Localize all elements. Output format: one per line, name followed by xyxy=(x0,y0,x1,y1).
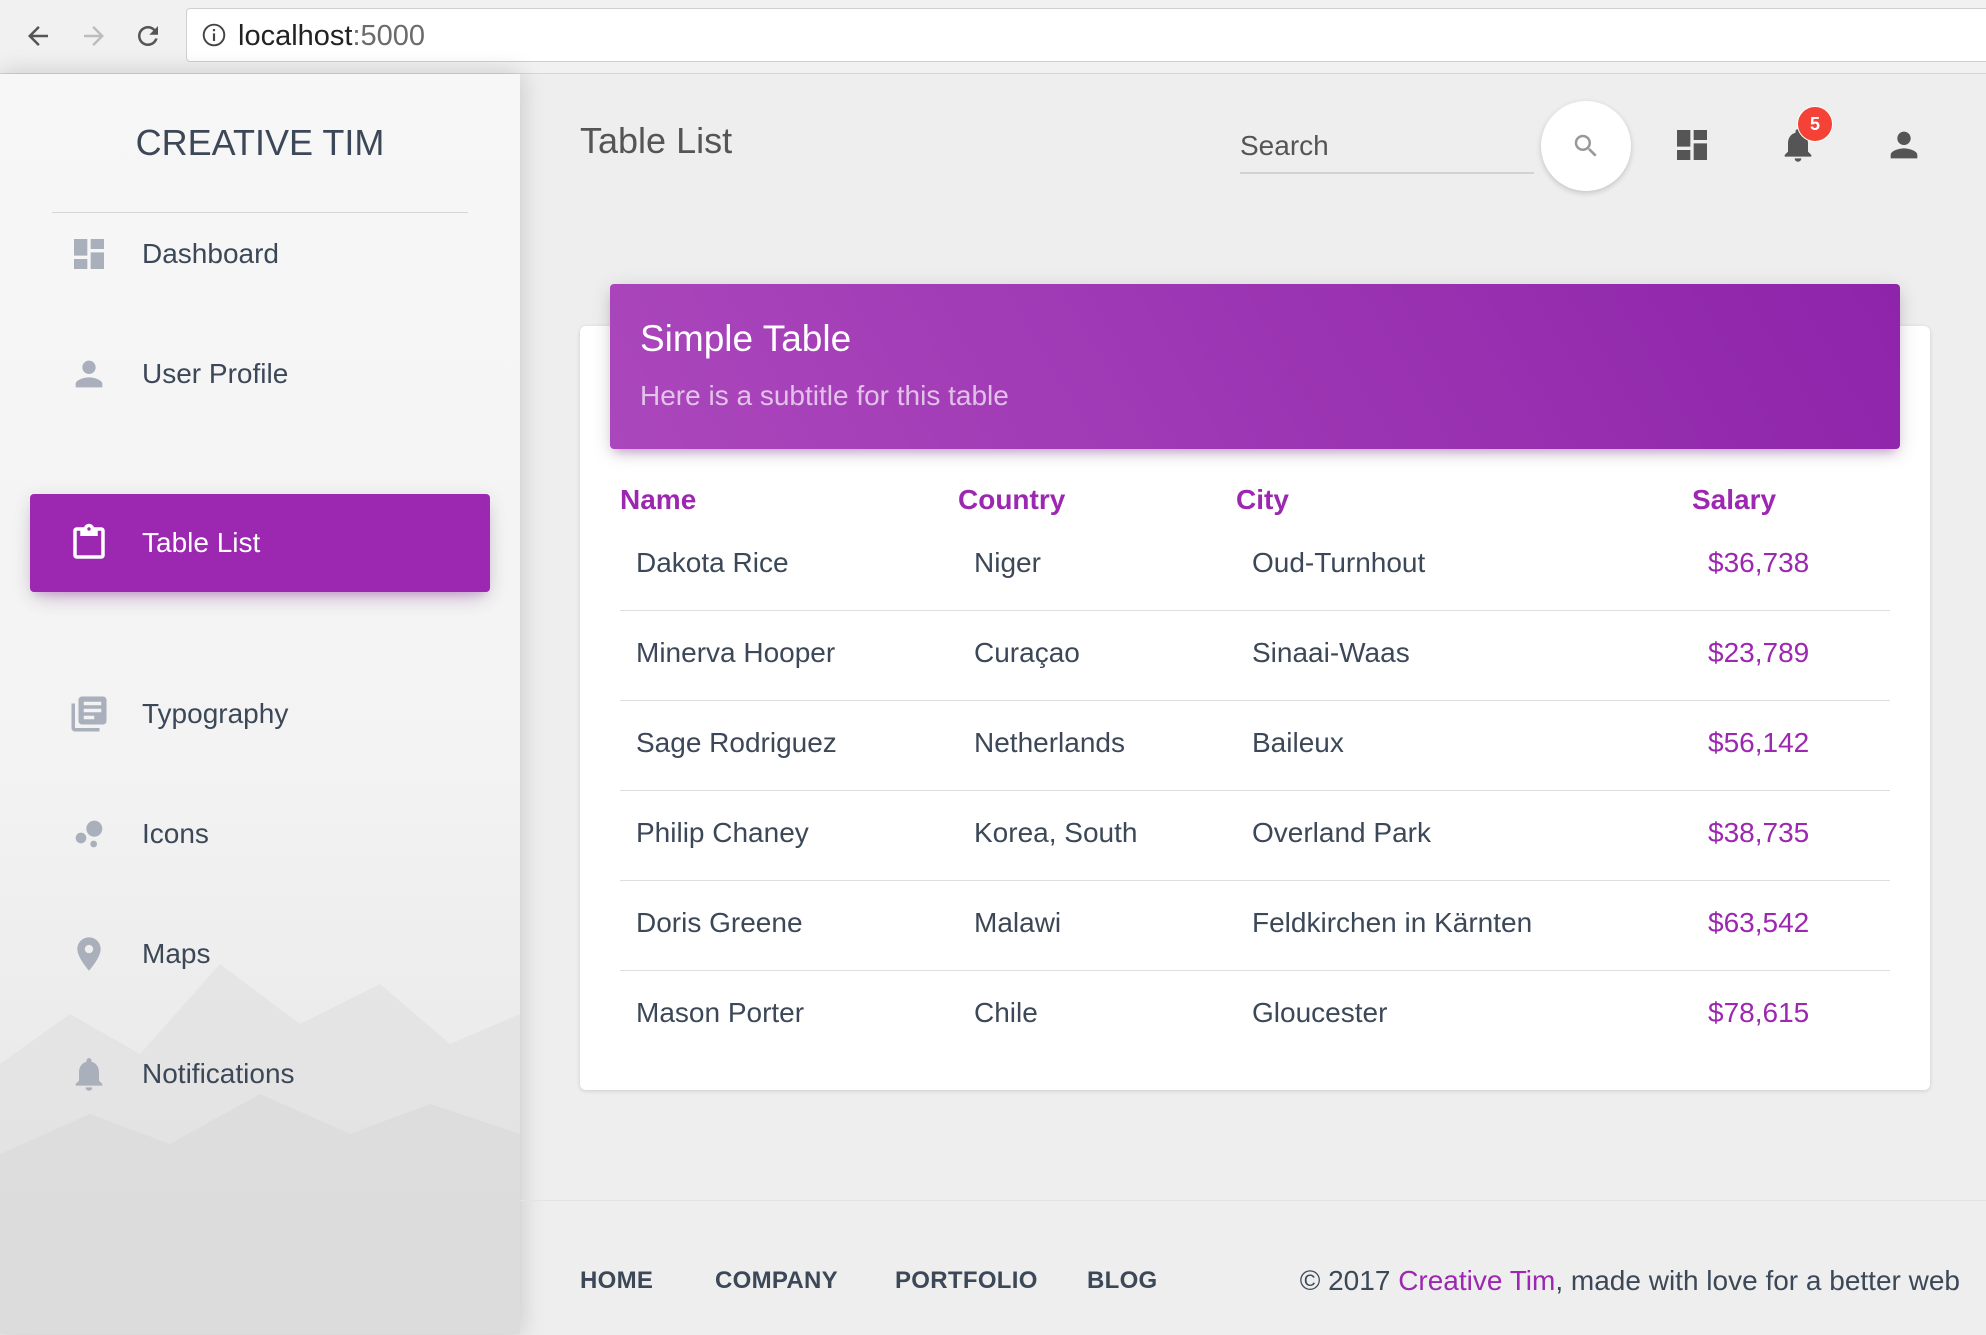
sidebar-item-notifications[interactable]: Notifications xyxy=(30,1025,490,1123)
info-icon[interactable] xyxy=(201,22,227,53)
cell-city: Baileux xyxy=(1252,727,1344,758)
sidebar-item-label: Icons xyxy=(142,818,209,849)
sidebar-item-label: Maps xyxy=(142,938,211,969)
footer-link-home[interactable]: Home xyxy=(580,1267,653,1295)
dashboard-icon[interactable] xyxy=(1666,119,1718,171)
search-button[interactable] xyxy=(1541,101,1631,191)
table-row: Dakota Rice Niger Oud-Turnhout $36,738 xyxy=(620,521,1890,611)
card-title: Simple Table xyxy=(640,318,852,359)
location-pin-icon xyxy=(68,933,110,975)
sidebar-item-user-profile[interactable]: User Profile xyxy=(30,325,490,423)
cell-name: Minerva Hooper xyxy=(636,637,836,668)
sidebar-item-label: Table List xyxy=(142,527,261,558)
sidebar-item-label: User Profile xyxy=(142,358,289,389)
cell-city: Gloucester xyxy=(1252,997,1388,1028)
footer-link-portfolio[interactable]: Portfolio xyxy=(895,1267,1038,1295)
person-icon[interactable] xyxy=(1878,119,1930,171)
clipboard-icon xyxy=(68,522,110,564)
person-icon xyxy=(68,353,110,395)
table-row: Doris Greene Malawi Feldkirchen in Kärnt… xyxy=(620,881,1890,971)
library-books-icon xyxy=(68,693,110,735)
cell-country: Niger xyxy=(974,547,1041,578)
sidebar-item-label: Notifications xyxy=(142,1058,295,1089)
cell-salary: $23,789 xyxy=(1708,637,1810,668)
cell-salary: $78,615 xyxy=(1708,997,1810,1028)
cell-city: Feldkirchen in Kärnten xyxy=(1252,907,1533,938)
sidebar-item-maps[interactable]: Maps xyxy=(30,905,490,1003)
bell-icon xyxy=(68,1053,110,1095)
sidebar-item-typography[interactable]: Typography xyxy=(30,665,490,763)
cell-country: Curaçao xyxy=(974,637,1080,668)
reload-icon[interactable] xyxy=(124,12,172,60)
cell-name: Mason Porter xyxy=(636,997,805,1028)
page-title[interactable]: Table List xyxy=(580,120,732,162)
column-header-name: Name xyxy=(620,484,697,515)
cell-salary: $36,738 xyxy=(1708,547,1810,578)
brand-logo-text[interactable]: CREATIVE TIM xyxy=(52,122,468,164)
forward-arrow-icon[interactable] xyxy=(70,12,118,60)
sidebar-item-icons[interactable]: Icons xyxy=(30,785,490,883)
cell-country: Malawi xyxy=(974,907,1062,938)
column-header-country: Country xyxy=(958,484,1066,515)
footer: Home Company Portfolio Blog © 2017 Creat… xyxy=(520,1200,1986,1335)
footer-link-blog[interactable]: Blog xyxy=(1087,1267,1158,1295)
sidebar-item-dashboard[interactable]: Dashboard xyxy=(30,205,490,303)
card-subtitle: Here is a subtitle for this table xyxy=(640,380,1009,411)
sidebar-item-label: Dashboard xyxy=(142,238,279,269)
notification-count-badge: 5 xyxy=(1797,106,1833,142)
cell-country: Korea, South xyxy=(974,817,1138,848)
column-header-salary: Salary xyxy=(1692,484,1777,515)
creative-tim-link[interactable]: Creative Tim xyxy=(1398,1265,1555,1296)
sidebar-item-table-list[interactable]: Table List xyxy=(30,494,490,592)
search-icon xyxy=(1574,134,1597,157)
cell-salary: $56,142 xyxy=(1708,727,1810,758)
search-input[interactable]: Search xyxy=(1240,124,1534,174)
cell-city: Overland Park xyxy=(1252,817,1431,848)
card-header: Simple Table Here is a subtitle for this… xyxy=(610,284,1900,449)
cell-city: Sinaai-Waas xyxy=(1252,637,1410,668)
cell-salary: $38,735 xyxy=(1708,817,1810,848)
dashboard-icon xyxy=(68,233,110,275)
url-text: localhost:5000 xyxy=(238,20,426,52)
cell-name: Philip Chaney xyxy=(636,817,809,848)
table-row: Sage Rodriguez Netherlands Baileux $56,1… xyxy=(620,701,1890,791)
bubble-chart-icon xyxy=(68,813,110,855)
cell-name: Dakota Rice xyxy=(636,547,789,578)
cell-name: Doris Greene xyxy=(636,907,803,938)
cell-city: Oud-Turnhout xyxy=(1252,547,1426,578)
footer-link-company[interactable]: Company xyxy=(715,1267,838,1295)
column-header-city: City xyxy=(1236,484,1289,515)
sidebar-item-label: Typography xyxy=(142,698,289,729)
cell-salary: $63,542 xyxy=(1708,907,1810,938)
sidebar: CREATIVE TIM Dashboard User Profile Tabl… xyxy=(0,74,520,1334)
browser-toolbar: localhost:5000 xyxy=(0,0,1986,74)
address-bar[interactable]: localhost:5000 xyxy=(186,8,1986,62)
table-row: Philip Chaney Korea, South Overland Park… xyxy=(620,791,1890,881)
cell-country: Chile xyxy=(974,997,1038,1028)
copyright-text: © 2017 Creative Tim, made with love for … xyxy=(1299,1265,1960,1296)
back-arrow-icon[interactable] xyxy=(14,12,62,60)
table-row: Mason Porter Chile Gloucester $78,615 xyxy=(620,971,1890,1061)
cell-country: Netherlands xyxy=(974,727,1125,758)
cell-name: Sage Rodriguez xyxy=(636,727,837,758)
table-row: Minerva Hooper Curaçao Sinaai-Waas $23,7… xyxy=(620,611,1890,701)
